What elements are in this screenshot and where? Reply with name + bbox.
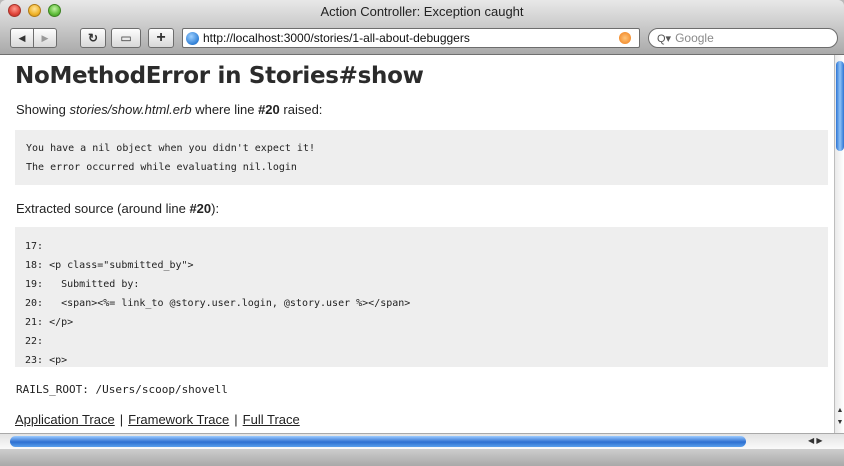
source-line: 23: <p>: [25, 355, 68, 366]
globe-icon: [186, 31, 199, 45]
back-arrow-icon: ◀: [18, 32, 26, 43]
source-line: 22:: [25, 336, 44, 347]
showing-line: Showing stories/show.html.erb where line…: [16, 102, 322, 117]
source-line: 20: <span><%= link_to @story.user.login,…: [25, 298, 411, 309]
extracted-suffix: ):: [211, 201, 220, 216]
showing-mid: where line: [191, 102, 259, 117]
application-trace-link[interactable]: Application Trace: [15, 412, 115, 427]
url-text[interactable]: http://localhost:3000/stories/1-all-abou…: [203, 31, 470, 45]
back-button[interactable]: ◀: [10, 28, 34, 48]
toolbar: ◀ ▶ ↻ ▭ + http://localhost:3000/stories/…: [0, 22, 844, 55]
horizontal-scroll-arrows-icon[interactable]: ◀ ▶: [808, 436, 823, 445]
browser-window: Action Controller: Exception caught ◀ ▶ …: [0, 0, 844, 466]
error-line-number: #20: [258, 102, 280, 117]
extracted-source-heading: Extracted source (around line #20):: [16, 201, 219, 216]
window-title: Action Controller: Exception caught: [320, 4, 524, 19]
page-content: NoMethodError in Stories#show Showing st…: [0, 55, 834, 433]
scroll-up-arrow-icon[interactable]: ▲: [836, 407, 844, 414]
forward-arrow-icon: ▶: [41, 32, 49, 43]
source-line: 21: </p>: [25, 317, 74, 328]
plus-icon: +: [156, 29, 166, 46]
title-bar: Action Controller: Exception caught: [0, 0, 844, 22]
source-line: 18: <p class="submitted_by">: [25, 260, 194, 271]
rails-root: RAILS_ROOT: /Users/scoop/shovell: [16, 383, 228, 396]
scroll-down-arrow-icon[interactable]: ▼: [836, 419, 844, 426]
error-message-line: You have a nil object when you didn't ex…: [26, 143, 315, 154]
address-bar[interactable]: http://localhost:3000/stories/1-all-abou…: [182, 28, 640, 48]
search-icon[interactable]: Q▾: [657, 32, 671, 45]
vertical-scrollbar[interactable]: ▲ ▼: [834, 55, 844, 433]
error-message-line: The error occurred while evaluating nil.…: [26, 162, 297, 173]
source-line: 17:: [25, 241, 44, 252]
showing-prefix: Showing: [16, 102, 70, 117]
trace-separator: |: [234, 412, 238, 427]
source-line: 19: Submitted by:: [25, 279, 140, 290]
add-bookmark-button[interactable]: +: [148, 28, 174, 48]
status-bar: [0, 449, 844, 466]
snapback-button[interactable]: ▭: [111, 28, 141, 48]
horizontal-scroll-thumb[interactable]: [10, 436, 746, 447]
vertical-scroll-thumb[interactable]: [836, 61, 844, 151]
showing-suffix: raised:: [279, 102, 323, 117]
reload-button[interactable]: ↻: [80, 28, 106, 48]
trace-separator: |: [119, 412, 124, 427]
snapback-icon: ▭: [120, 31, 132, 45]
trace-links: Application Trace | Framework Trace | Full T…: [15, 412, 300, 427]
extracted-line-number: #20: [189, 201, 212, 216]
page-title: NoMethodError in Stories#show: [15, 63, 424, 89]
rss-icon[interactable]: [619, 32, 631, 44]
framework-trace-link[interactable]: Framework Trace: [128, 412, 229, 427]
template-path: stories/show.html.erb: [69, 102, 192, 117]
full-trace-link[interactable]: Full Trace: [243, 412, 300, 427]
source-code-box: 17: 18: <p class="submitted_by"> 19: Sub…: [15, 227, 828, 367]
forward-button[interactable]: ▶: [33, 28, 57, 48]
extracted-prefix: Extracted source (around line: [16, 201, 190, 216]
reload-icon: ↻: [87, 31, 99, 45]
horizontal-scrollbar[interactable]: ◀ ▶: [0, 433, 844, 449]
search-field[interactable]: Q▾ Google: [648, 28, 838, 48]
search-placeholder: Google: [675, 31, 714, 45]
error-message-box: You have a nil object when you didn't ex…: [15, 130, 828, 185]
